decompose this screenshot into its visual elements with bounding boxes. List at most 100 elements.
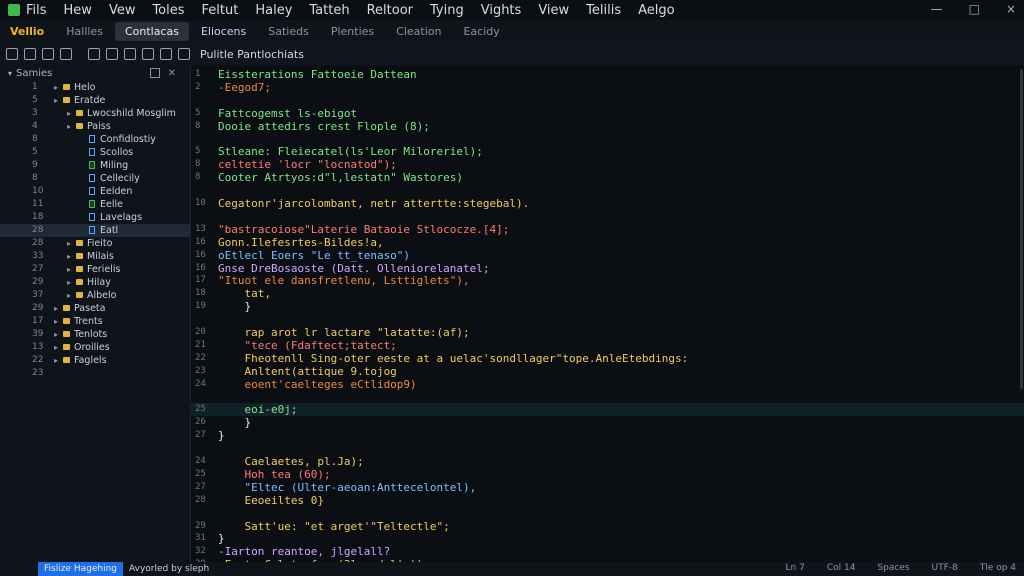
status-item[interactable]: Ln 7 [786,563,805,573]
chevron-right-icon[interactable]: ▸ [67,263,71,276]
settings-icon[interactable] [178,48,190,60]
menu-item[interactable]: Haley [255,3,292,18]
code-line[interactable]: 2 -Eegod7; [191,81,1024,94]
minimize-icon[interactable]: — [931,2,943,16]
code-editor[interactable]: 1 Eissterations Fattoeie Dattean 2 -Eegod7;… [191,65,1024,571]
chevron-right-icon[interactable]: ▸ [54,302,58,315]
status-item[interactable]: Tle op 4 [980,563,1016,573]
menu-item[interactable]: Hew [64,3,92,18]
tree-item[interactable]: 23 [0,367,190,380]
status-item[interactable]: UTF-8 [932,563,958,573]
tab-item[interactable]: Plenties [321,22,384,41]
tab-item[interactable]: Satieds [258,22,319,41]
code-line[interactable]: 24 eoent'caelteges eCtlidop9) [191,378,1024,391]
status-item[interactable]: Col 14 [827,563,856,573]
code-line[interactable] [191,184,1024,197]
tab-brand[interactable]: Vellio [0,22,54,41]
tree-item[interactable]: 39 ▸ Tenlots [0,328,190,341]
search-icon[interactable] [88,48,100,60]
code-line[interactable]: 26 } [191,416,1024,429]
code-line[interactable]: 16 Gonn.Ilefesrtes-Bildes!a, [191,236,1024,249]
code-line[interactable]: 8 celtetie 'locr "locnatod"); [191,158,1024,171]
chevron-right-icon[interactable]: ▸ [54,315,58,328]
chevron-right-icon[interactable]: ▸ [54,354,58,367]
code-line[interactable]: 24 Caelaetes, pl.Ja); [191,455,1024,468]
code-line[interactable]: 8 Cooter Atrtyos:d"l,lestatn" Wastores) [191,171,1024,184]
tree-item[interactable]: 22 ▸ Faglels [0,354,190,367]
code-line[interactable]: 10 Cegatonr'jarcolombant, netr attertte:s… [191,197,1024,210]
chevron-down-icon[interactable]: ▾ [8,69,12,78]
chevron-right-icon[interactable]: ▸ [67,250,71,263]
tree-item[interactable]: 17 ▸ Trents [0,315,190,328]
code-line[interactable]: 20 rap arot lr lactare "latatte:(af); [191,326,1024,339]
tree-item[interactable]: 5 Scollos [0,146,190,159]
code-line[interactable]: 25 eoi-e0j; [191,403,1024,417]
code-line[interactable]: 17 "Ituot ele dansfretlenu, Lsttiglets"), [191,274,1024,287]
tree-item[interactable]: 3 ▸ Lwocshild Mosglim [0,107,190,120]
tab-search[interactable]: Eliocens [191,22,256,41]
code-line[interactable]: 31} [191,532,1024,545]
code-line[interactable]: 18 tat, [191,287,1024,300]
tab-item[interactable]: Cleation [386,22,451,41]
tree-item[interactable]: 29 ▸ Paseta [0,302,190,315]
menu-item[interactable]: View [538,3,569,18]
menu-item[interactable]: Tatteh [309,3,349,18]
tree-item[interactable]: 37 ▸ Albelo [0,289,190,302]
code-line[interactable]: 19 } [191,300,1024,313]
menu-item[interactable]: Aelgo [638,3,674,18]
folder-icon[interactable] [42,48,54,60]
code-line[interactable]: 32 -Iarton reantoe, jlgelall? [191,545,1024,558]
collapse-icon[interactable] [150,68,160,78]
chevron-right-icon[interactable]: ▸ [67,120,71,133]
status-branch[interactable]: Fislize Hagehing [38,562,123,576]
chevron-right-icon[interactable]: ▸ [67,107,71,120]
code-line[interactable] [191,210,1024,223]
tree-item[interactable]: 11 Eelle [0,198,190,211]
tree-item[interactable]: 13 ▸ Oroilies [0,341,190,354]
tree-item[interactable]: 33 ▸ Milais [0,250,190,263]
code-line[interactable]: 5 Stleane: Fleiecatel(ls'Leor Miloreriel)… [191,145,1024,158]
chevron-right-icon[interactable]: ▸ [67,289,71,302]
code-line[interactable]: 25 Hoh tea (60); [191,468,1024,481]
undo-icon[interactable] [60,48,72,60]
tree-item[interactable]: 27 ▸ Ferielis [0,263,190,276]
code-line[interactable] [191,94,1024,107]
scrollbar[interactable] [1020,69,1023,389]
menu-item[interactable]: Reltoor [367,3,413,18]
menu-item[interactable]: Telilis [586,3,621,18]
chevron-right-icon[interactable]: ▸ [54,81,58,94]
tree-item[interactable]: 1 ▸ Helo [0,81,190,94]
code-line[interactable]: 27} [191,429,1024,442]
menu-item[interactable]: Vights [481,3,522,18]
code-line[interactable]: 28 Eeoeiltes 0} [191,494,1024,507]
status-item[interactable]: Spaces [877,563,909,573]
save-icon[interactable] [24,48,36,60]
menu-item[interactable]: Vew [109,3,136,18]
paste-icon[interactable] [124,48,136,60]
chevron-right-icon[interactable]: ▸ [54,94,58,107]
tree-item[interactable]: 29 ▸ Hilay [0,276,190,289]
code-line[interactable] [191,313,1024,326]
chevron-right-icon[interactable]: ▸ [54,341,58,354]
chevron-right-icon[interactable]: ▸ [67,237,71,250]
new-file-icon[interactable] [6,48,18,60]
tree-item[interactable]: 8 Cellecily [0,172,190,185]
code-line[interactable]: 29 Satt'ue: "et arget'"Teltectle"; [191,520,1024,533]
code-line[interactable] [191,442,1024,455]
menu-item[interactable]: Feltut [202,3,239,18]
menu-item[interactable]: Fils [26,3,47,18]
tree-item[interactable]: 28 Eatl [0,224,190,237]
code-line[interactable]: 21 "tece (Fdaftect;tatect; [191,339,1024,352]
code-line[interactable]: 16 oEtlecl Eoers "Le tt_tenaso") [191,249,1024,262]
code-line[interactable] [191,507,1024,520]
tree-item[interactable]: 10 Eelden [0,185,190,198]
tree-item[interactable]: 28 ▸ Fieito [0,237,190,250]
tab-item[interactable]: Eacidy [453,22,509,41]
copy-icon[interactable] [106,48,118,60]
tab-item-active[interactable]: Contlacas [114,22,189,41]
editor-tab[interactable]: Pulitle Pantlochiats [190,48,314,61]
code-line[interactable]: 23 Anltent(attique 9.tojog [191,365,1024,378]
close-icon[interactable]: ✕ [168,68,176,79]
code-line[interactable]: 1 Eissterations Fattoeie Dattean [191,68,1024,81]
tree-item[interactable]: 8 Confidlostiy [0,133,190,146]
